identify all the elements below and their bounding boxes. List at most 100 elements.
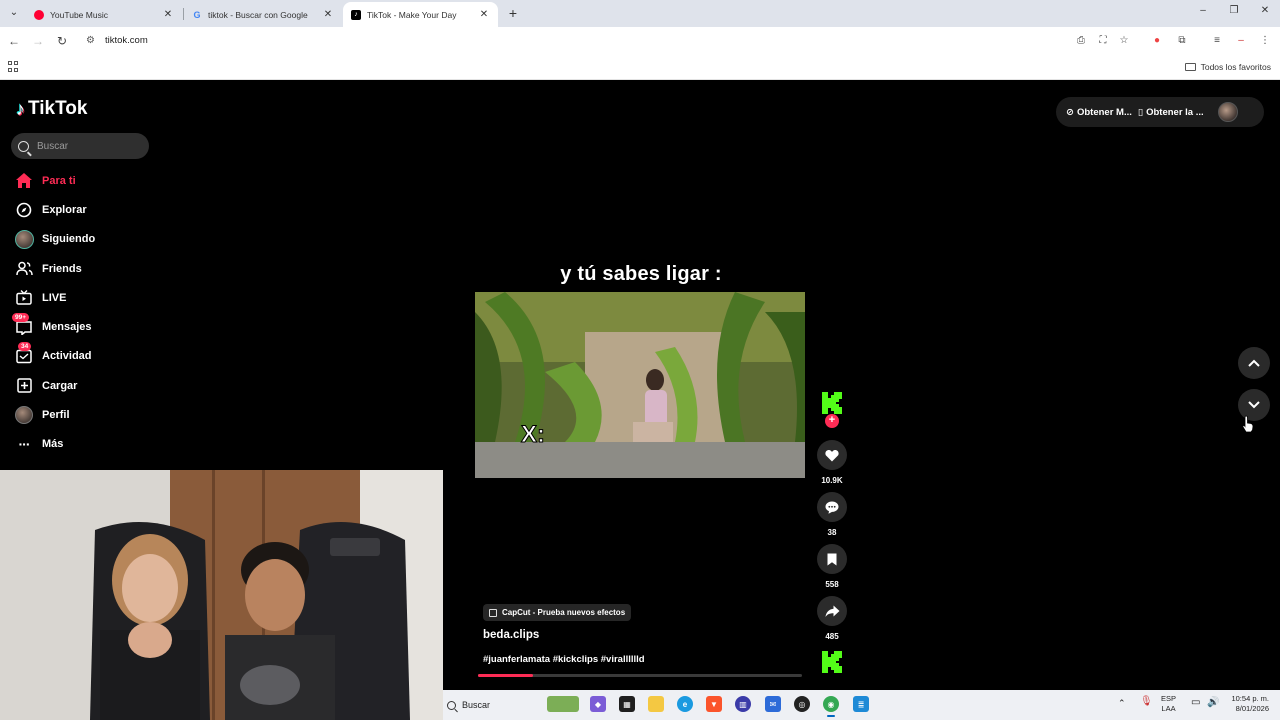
kick-logo-icon <box>822 392 842 414</box>
language-code: ESP <box>1161 694 1177 703</box>
activity-icon: 34 <box>14 342 34 366</box>
video-player[interactable]: X: <box>475 292 805 478</box>
restore-icon[interactable]: ❐ <box>1226 5 1242 16</box>
sidebar-item-mensajes[interactable]: 99+ Mensajes <box>12 312 154 341</box>
close-tab-icon[interactable]: ✕ <box>322 9 334 20</box>
chrome-icon[interactable]: ◉ <box>823 696 839 717</box>
comment-count: 38 <box>827 528 837 537</box>
install-app-icon[interactable]: ⎙ <box>1074 35 1088 46</box>
extension-color-icon[interactable]: ● <box>1150 35 1164 46</box>
like-action[interactable]: 10.9K <box>817 440 847 485</box>
site-settings-icon[interactable]: ⚙ <box>86 35 95 46</box>
sidebar-item-friends[interactable]: Friends <box>14 254 154 283</box>
tray-chevron-up-icon[interactable]: ⌃ <box>1118 698 1126 708</box>
sidebar-item-live[interactable]: LIVE <box>14 283 154 312</box>
user-avatar[interactable] <box>1217 102 1238 122</box>
file-explorer-icon[interactable] <box>648 696 664 712</box>
save-action[interactable]: 558 <box>817 544 847 589</box>
bookmark-star-icon[interactable]: ☆ <box>1117 35 1131 46</box>
brave-icon[interactable]: ▼ <box>706 696 722 712</box>
apps-grid-icon[interactable] <box>8 61 19 72</box>
sidebar-item-explorar[interactable]: Explorar <box>14 195 154 224</box>
network-icon[interactable]: ▭ <box>1191 698 1200 708</box>
get-app-button[interactable]: ⊘ Obtener M... <box>1066 107 1132 118</box>
video-progress-bar[interactable] <box>478 674 802 677</box>
media-control-icon[interactable]: ≡ <box>1210 35 1224 46</box>
tab-tiktok[interactable]: ♪ TikTok - Make Your Day ✕ <box>343 2 498 27</box>
upload-icon <box>14 376 34 396</box>
sound-disc-icon[interactable] <box>822 651 842 673</box>
minimize-icon[interactable]: – <box>1195 5 1211 16</box>
close-window-icon[interactable]: ✕ <box>1257 5 1273 16</box>
app-circle-icon[interactable]: ▥ <box>735 696 751 712</box>
sidebar-item-label: Cargar <box>42 379 78 392</box>
follow-plus-button[interactable]: + <box>825 414 839 428</box>
video-hashtags[interactable]: #juanferlamata #kickclips #viralllllld <box>483 654 645 665</box>
share-action[interactable]: 485 <box>817 596 847 641</box>
home-icon <box>14 171 34 191</box>
like-count: 10.9K <box>821 476 843 485</box>
video-caption: y tú sabes ligar : <box>560 263 722 285</box>
tab-google-search[interactable]: G tiktok - Buscar con Google ✕ <box>184 2 342 27</box>
heart-icon[interactable] <box>817 440 847 470</box>
tab-youtube-music[interactable]: YouTube Music ✕ <box>26 2 182 27</box>
mail-icon[interactable]: ✉ <box>765 696 781 712</box>
search-icon <box>18 140 29 152</box>
youtube-music-icon <box>34 9 44 20</box>
close-tab-icon[interactable]: ✕ <box>478 9 490 20</box>
sidebar-item-label: Actividad <box>42 350 92 363</box>
url-text[interactable]: tiktok.com <box>105 35 148 46</box>
reload-icon[interactable]: ↻ <box>55 34 69 48</box>
sidebar-item-cargar[interactable]: Cargar <box>14 371 154 400</box>
store-icon[interactable]: ▦ <box>619 696 635 712</box>
address-bar[interactable]: ⚙ tiktok.com <box>78 30 1138 53</box>
bookmarks-bar: Todos los favoritos <box>0 56 1280 80</box>
save-count: 558 <box>825 580 839 589</box>
effect-tag-button[interactable]: CapCut - Prueba nuevos efectos <box>483 604 632 621</box>
search-highlight-icon[interactable] <box>547 696 579 712</box>
sidebar-item-actividad[interactable]: 34 Actividad <box>14 342 154 371</box>
microphone-icon[interactable]: 🎙 <box>1140 697 1153 707</box>
sidebar-item-siguiendo[interactable]: Siguiendo <box>14 225 154 254</box>
comment-icon[interactable] <box>817 492 847 522</box>
top-right-actions: ⊘ Obtener M... ▯ Obtener la ... <box>1056 97 1264 127</box>
volume-icon[interactable]: 🔊 <box>1207 698 1219 708</box>
get-mobile-app-button[interactable]: ▯ Obtener la ... <box>1138 107 1204 118</box>
bookmark-icon[interactable] <box>817 544 847 574</box>
extensions-puzzle-icon[interactable]: ⧉ <box>1175 35 1189 46</box>
browser-toolbar: ← → ↻ ⚙ tiktok.com ⎙ ⛶ ☆ ● ⧉ ≡ – ⋮ <box>0 27 1280 56</box>
all-bookmarks-button[interactable]: Todos los favoritos <box>1184 62 1271 72</box>
folder-icon <box>1184 63 1196 71</box>
sidebar-item-perfil[interactable]: Perfil <box>14 400 154 429</box>
search-box[interactable] <box>11 133 149 159</box>
new-tab-plus-icon[interactable]: + <box>505 5 521 21</box>
menu-kebab-icon[interactable]: ⋮ <box>1258 35 1272 46</box>
comment-action[interactable]: 38 <box>817 492 847 537</box>
sidebar-item-label: Explorar <box>42 203 87 216</box>
previous-video-button[interactable] <box>1238 347 1270 379</box>
language-indicator[interactable]: ESP LAA <box>1161 694 1176 714</box>
clock[interactable]: 10:54 p. m. 8/01/2026 <box>1225 694 1269 714</box>
google-icon: G <box>193 9 201 20</box>
chevron-up-icon <box>1248 359 1260 367</box>
copilot-icon[interactable]: ◆ <box>590 696 606 712</box>
profile-flag-icon[interactable]: – <box>1234 35 1248 46</box>
sidebar-item-mas[interactable]: ··· Más <box>14 430 154 459</box>
notepad-icon[interactable]: ≣ <box>853 696 869 712</box>
forward-arrow-icon[interactable]: → <box>31 34 45 48</box>
translate-icon[interactable]: ⛶ <box>1096 35 1110 46</box>
tab-search-chevron-icon[interactable]: ⌄ <box>6 5 22 21</box>
sidebar-item-para-ti[interactable]: Para ti <box>14 166 154 195</box>
browser-tab-strip: ⌄ YouTube Music ✕ G tiktok - Buscar con … <box>0 0 1280 27</box>
share-arrow-icon[interactable] <box>817 596 847 626</box>
video-author-link[interactable]: beda.clips <box>483 629 539 641</box>
search-input[interactable] <box>37 140 137 152</box>
creator-avatar[interactable] <box>822 392 842 414</box>
close-tab-icon[interactable]: ✕ <box>162 9 174 20</box>
tiktok-logo[interactable]: ♪ TikTok <box>16 98 87 120</box>
taskbar-search-label: Buscar <box>462 700 491 710</box>
back-arrow-icon[interactable]: ← <box>7 34 21 48</box>
obs-icon[interactable]: ◎ <box>794 696 810 712</box>
edge-icon[interactable]: e <box>677 696 693 712</box>
logo-text: TikTok <box>28 98 88 119</box>
